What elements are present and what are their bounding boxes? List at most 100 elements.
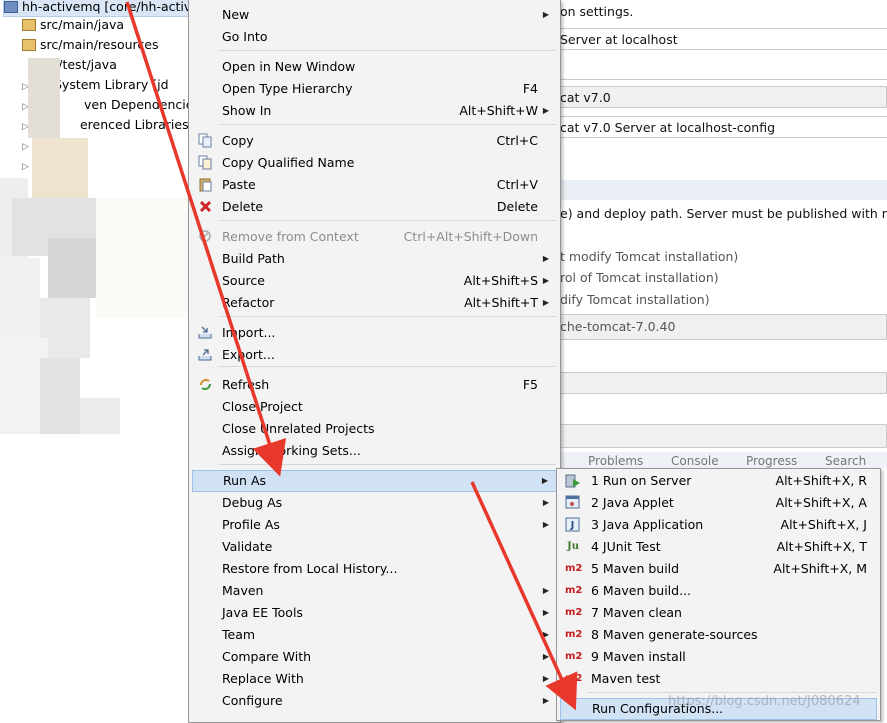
remove-context-icon	[198, 229, 213, 244]
menu-separator	[219, 220, 556, 221]
menu-item-copy[interactable]: Copy Ctrl+C	[192, 130, 557, 152]
menu-item-assign-working-sets[interactable]: Assign Working Sets...	[192, 440, 557, 462]
menu-item-label: Copy Qualified Name	[222, 155, 355, 170]
submenu-item-label: 7 Maven clean	[591, 605, 682, 620]
menu-item-label: Restore from Local History...	[222, 561, 398, 576]
submenu-item-8-maven-generate-sources[interactable]: m2 8 Maven generate-sources	[560, 624, 877, 646]
submenu-arrow-icon: ▶	[542, 586, 549, 595]
maven-icon: m2	[565, 607, 583, 618]
menu-item-java-ee-tools[interactable]: Java EE Tools ▶	[192, 602, 557, 624]
menu-item-label: Replace With	[222, 671, 304, 686]
submenu-item-5-maven-build[interactable]: m2 5 Maven build Alt+Shift+X, M	[560, 558, 877, 580]
menu-item-show-in[interactable]: Show In Alt+Shift+W ▶	[192, 100, 557, 122]
project-icon	[4, 1, 18, 13]
menu-item-label: Remove from Context	[222, 229, 359, 244]
menu-item-label: Import...	[222, 325, 276, 340]
menu-item-open-in-new-window[interactable]: Open in New Window	[192, 56, 557, 78]
menu-item-copy-qualified-name[interactable]: Copy Qualified Name	[192, 152, 557, 174]
menu-item-team[interactable]: Team ▶	[192, 624, 557, 646]
submenu-item-2-java-applet[interactable]: 2 Java Applet Alt+Shift+X, A	[560, 492, 877, 514]
menu-item-label: Debug As	[222, 495, 283, 510]
menu-item-configure[interactable]: Configure ▶	[192, 690, 557, 712]
menu-item-run-as[interactable]: Run As ▶	[192, 470, 557, 492]
menu-item-close-unrelated-projects[interactable]: Close Unrelated Projects	[192, 418, 557, 440]
tab-console[interactable]: Console	[671, 454, 719, 468]
server-location-option[interactable]: dify Tomcat installation)	[560, 292, 710, 307]
submenu-item-shortcut: Alt+Shift+X, A	[775, 495, 867, 510]
menu-item-label: Open in New Window	[222, 59, 356, 74]
expand-arrow-icon[interactable]: ▷	[22, 157, 32, 177]
menu-item-source[interactable]: Source Alt+Shift+S ▶	[192, 270, 557, 292]
menu-item-go-into[interactable]: Go Into	[192, 26, 557, 48]
tree-item-src-main-java[interactable]: src/main/java	[22, 15, 124, 35]
submenu-item-label: 2 Java Applet	[591, 495, 674, 510]
tab-search[interactable]: Search	[825, 454, 866, 468]
submenu-arrow-icon: ▶	[542, 276, 549, 285]
run-as-submenu: 1 Run on Server Alt+Shift+X, R 2 Java Appl…	[556, 468, 881, 721]
editor-text: Server at localhost	[560, 32, 678, 47]
menu-item-maven[interactable]: Maven ▶	[192, 580, 557, 602]
menu-item-refresh[interactable]: Refresh F5	[192, 374, 557, 396]
submenu-arrow-icon: ▶	[542, 10, 549, 19]
menu-item-label: Java EE Tools	[222, 605, 303, 620]
maven-icon: m2	[565, 629, 583, 640]
menu-separator	[219, 50, 556, 51]
tree-item-src-main-resources[interactable]: src/main/resources	[22, 35, 158, 55]
submenu-item-label: 4 JUnit Test	[591, 539, 661, 554]
java-application-icon: J	[565, 517, 581, 532]
menu-item-export[interactable]: Export...	[192, 344, 557, 366]
server-location-option[interactable]: rol of Tomcat installation)	[560, 270, 719, 285]
submenu-item-6-maven-build[interactable]: m2 6 Maven build...	[560, 580, 877, 602]
tree-item-label: erenced Libraries	[79, 117, 189, 132]
menu-item-label: New	[222, 7, 250, 22]
submenu-item-4-junit-test[interactable]: Ju 4 JUnit Test Alt+Shift+X, T	[560, 536, 877, 558]
submenu-arrow-icon: ▶	[542, 674, 549, 683]
menu-item-build-path[interactable]: Build Path ▶	[192, 248, 557, 270]
menu-item-shortcut: Ctrl+C	[496, 133, 538, 148]
package-folder-icon	[22, 19, 36, 31]
menu-item-label: Delete	[222, 199, 264, 214]
watermark: https://blog.csdn.net/J080624	[668, 694, 861, 709]
menu-item-import[interactable]: Import...	[192, 322, 557, 344]
menu-item-new[interactable]: New ▶	[192, 4, 557, 26]
menu-item-refactor[interactable]: Refactor Alt+Shift+T ▶	[192, 292, 557, 314]
submenu-item-maven-test[interactable]: m2 Maven test	[560, 668, 877, 690]
menu-item-validate[interactable]: Validate	[192, 536, 557, 558]
menu-item-replace-with[interactable]: Replace With ▶	[192, 668, 557, 690]
paste-icon	[198, 177, 213, 192]
menu-item-label: Team	[222, 627, 256, 642]
editor-text: cat v7.0 Server at localhost-config	[560, 120, 776, 135]
submenu-item-3-java-application[interactable]: J 3 Java Application Alt+Shift+X, J	[560, 514, 877, 536]
server-location-option[interactable]: t modify Tomcat installation)	[560, 249, 738, 264]
tab-progress[interactable]: Progress	[746, 454, 797, 468]
menu-item-restore-from-local-history[interactable]: Restore from Local History...	[192, 558, 557, 580]
submenu-arrow-icon: ▶	[542, 630, 549, 639]
tree-item-label: System Library [jd	[53, 77, 169, 92]
menu-item-compare-with[interactable]: Compare With ▶	[192, 646, 557, 668]
menu-item-delete[interactable]: Delete Delete	[192, 196, 557, 218]
expand-arrow-icon[interactable]: ▷	[22, 137, 32, 157]
tree-expand-arrow[interactable]: ▷	[22, 155, 32, 175]
submenu-item-label: Maven test	[591, 671, 661, 686]
java-applet-icon	[565, 495, 581, 510]
submenu-item-9-maven-install[interactable]: m2 9 Maven install	[560, 646, 877, 668]
tree-expand-arrow[interactable]: ▷	[22, 135, 32, 155]
submenu-item-1-run-on-server[interactable]: 1 Run on Server Alt+Shift+X, R	[560, 470, 877, 492]
menu-item-label: Refresh	[222, 377, 270, 392]
menu-item-debug-as[interactable]: Debug As ▶	[192, 492, 557, 514]
editor-text: on settings.	[560, 4, 634, 19]
menu-item-profile-as[interactable]: Profile As ▶	[192, 514, 557, 536]
maven-icon: m2	[565, 651, 583, 662]
menu-item-label: Validate	[222, 539, 273, 554]
menu-item-label: Close Project	[222, 399, 303, 414]
menu-item-paste[interactable]: Paste Ctrl+V	[192, 174, 557, 196]
svg-text:J: J	[570, 520, 575, 531]
menu-item-label: Maven	[222, 583, 264, 598]
submenu-item-7-maven-clean[interactable]: m2 7 Maven clean	[560, 602, 877, 624]
menu-item-shortcut: F5	[522, 377, 538, 392]
menu-item-label: Run As	[223, 473, 267, 488]
menu-item-close-project[interactable]: Close Project	[192, 396, 557, 418]
tab-problems[interactable]: Problems	[588, 454, 643, 468]
menu-item-open-type-hierarchy[interactable]: Open Type Hierarchy F4	[192, 78, 557, 100]
export-icon	[198, 347, 213, 362]
